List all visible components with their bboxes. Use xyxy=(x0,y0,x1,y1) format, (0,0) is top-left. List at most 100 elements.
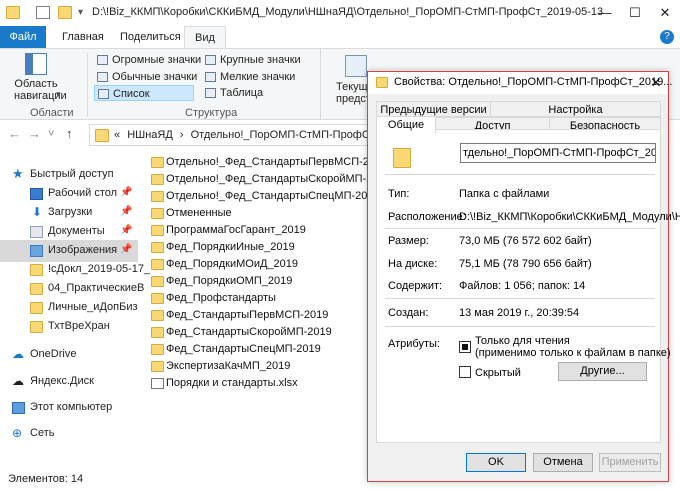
folder-icon xyxy=(30,302,43,314)
sidebar-item-network[interactable]: ⊕ Сеть xyxy=(0,423,138,445)
list-item[interactable]: ЭкспертизаКачМП_2019 xyxy=(146,358,370,375)
folder-icon xyxy=(151,276,164,287)
layout-medium-icons[interactable]: Обычные значки xyxy=(94,69,197,85)
folder-icon xyxy=(151,208,164,219)
folder-name-value: тдельно!_ПорОМП-СтМП-ПрофСт_2019-05-13 xyxy=(463,147,656,159)
file-name: Фед_ПорядкиИные_2019 xyxy=(166,241,295,253)
close-button[interactable]: ✕ xyxy=(650,0,680,26)
back-arrow-icon[interactable]: ← xyxy=(8,126,21,141)
list-item[interactable]: Фед_СтандартыПервМСП-2019 xyxy=(146,307,370,324)
layout-label: Крупные значки xyxy=(220,54,301,66)
list-item[interactable]: Отдельно!_Фед_СтандартыСкоройМП-2019 xyxy=(146,171,391,188)
sidebar-item-label: Яндекс.Диск xyxy=(30,375,94,387)
maximize-button[interactable]: ☐ xyxy=(620,0,650,26)
hidden-checkbox[interactable] xyxy=(459,366,471,378)
computer-icon xyxy=(12,402,25,414)
layout-extra-large-icons[interactable]: Огромные значки xyxy=(94,52,201,68)
sort-icon[interactable] xyxy=(345,55,367,77)
tab-view[interactable]: Вид xyxy=(184,26,226,48)
file-name: Фед_ПорядкиОМП_2019 xyxy=(166,275,293,287)
file-name: ЭкспертизаКачМП_2019 xyxy=(166,360,291,372)
details-icon xyxy=(205,88,216,98)
list-item[interactable]: Отдельно!_Фед_СтандартыПервМСП-2019 xyxy=(146,154,387,171)
separator xyxy=(385,298,655,299)
pictures-icon xyxy=(30,245,43,257)
navigation-pane-caret-icon[interactable]: ▾ xyxy=(56,89,61,100)
list-item[interactable]: Фед_Профстандарты xyxy=(146,290,370,307)
layout-label: Обычные значки xyxy=(112,71,198,83)
sidebar-item-folder[interactable]: ТхтВреХран xyxy=(0,316,138,338)
readonly-note: (применимо только к файлам в папке) xyxy=(475,347,671,359)
list-item[interactable]: Фед_ПорядкиОМП_2019 xyxy=(146,273,370,290)
folder-icon xyxy=(376,77,388,88)
layout-small-icons[interactable]: Мелкие значки xyxy=(202,69,295,85)
size-on-disk-label: На диске: xyxy=(388,258,438,270)
dialog-titlebar[interactable]: Свойства: Отдельно!_ПорОМП-СтМП-ПрофСт_2… xyxy=(368,72,672,94)
yandex-disk-icon: ☁ xyxy=(12,374,24,388)
help-icon[interactable]: ? xyxy=(660,30,674,44)
size-value: 73,0 МБ (76 572 602 байт) xyxy=(459,235,592,247)
sidebar-item-onedrive[interactable]: ☁ OneDrive xyxy=(0,344,138,366)
layout-details[interactable]: Таблица xyxy=(202,85,263,101)
list-item[interactable]: Фед_СтандартыСпецМП-2019 xyxy=(146,341,370,358)
quick-access-toolbar-dropdown-icon[interactable]: ▾ xyxy=(78,7,83,18)
sidebar-item-label: Быстрый доступ xyxy=(30,168,114,180)
list-item[interactable]: Фед_ПорядкиМОиД_2019 xyxy=(146,256,370,273)
tab-share[interactable]: Поделиться xyxy=(110,26,191,48)
file-name: Фед_СтандартыПервМСП-2019 xyxy=(166,309,329,321)
size-on-disk-value: 75,1 МБ (78 790 656 байт) xyxy=(459,258,592,270)
item-count: Элементов: 14 xyxy=(8,473,84,485)
large-icons-icon xyxy=(205,55,216,65)
tab-general[interactable]: Общие xyxy=(376,116,436,134)
tab-previous-versions[interactable]: Предыдущие версии xyxy=(376,101,491,117)
explorer-titlebar: ▾ D:\!Biz_ККМП\Коробки\СККиБМД_Модули\НШ… xyxy=(0,0,680,26)
folder-icon xyxy=(393,148,411,168)
file-name: Порядки и стандарты.xlsx xyxy=(166,377,298,389)
tab-home[interactable]: Главная xyxy=(52,26,114,48)
separator xyxy=(385,228,655,229)
ribbon-divider xyxy=(87,53,88,117)
tab-customize[interactable]: Настройка xyxy=(490,101,661,117)
navigation-pane-button[interactable]: Область навигации xyxy=(14,53,67,102)
apply-button[interactable]: Применить xyxy=(599,453,661,472)
desktop-icon xyxy=(30,188,43,200)
properties-quick-icon[interactable] xyxy=(36,6,50,19)
breadcrumb-overflow[interactable]: « xyxy=(114,129,120,141)
address-field[interactable]: « НШнаЯД › Отдельно!_ПорОМП-СтМП-ПрофСт_… xyxy=(89,124,405,146)
layout-label: Мелкие значки xyxy=(220,71,296,83)
folder-icon xyxy=(151,327,164,338)
pin-icon: 📌 xyxy=(120,206,133,217)
cancel-button[interactable]: Отмена xyxy=(533,453,593,472)
xlsx-file-icon xyxy=(151,378,164,389)
list-item[interactable]: Фед_ПорядкиИные_2019 xyxy=(146,239,370,256)
layout-large-icons[interactable]: Крупные значки xyxy=(202,52,301,68)
folder-icon xyxy=(151,259,164,270)
list-item[interactable]: Отмененные xyxy=(146,205,370,222)
tab-file[interactable]: Файл xyxy=(0,26,46,48)
minimize-button[interactable]: — xyxy=(590,0,620,26)
file-name: Отдельно!_Фед_СтандартыСкоройМП-2019 xyxy=(166,173,391,185)
dialog-close-button[interactable]: ✕ xyxy=(646,73,666,93)
advanced-attributes-button[interactable]: Другие... xyxy=(558,362,647,381)
ok-button[interactable]: OK xyxy=(466,453,526,472)
up-arrow-icon[interactable]: ↑ xyxy=(66,126,73,141)
separator xyxy=(385,174,655,175)
list-item[interactable]: Порядки и стандарты.xlsx xyxy=(146,375,370,392)
folder-icon xyxy=(95,129,109,142)
forward-arrow-icon[interactable]: → xyxy=(28,126,41,141)
layout-list[interactable]: Список xyxy=(94,85,194,101)
breadcrumb-item[interactable]: НШнаЯД xyxy=(127,129,173,141)
sidebar-item-label: !сДокл_2019-05-17_ xyxy=(48,263,151,275)
list-item[interactable]: Отдельно!_Фед_СтандартыСпецМП-2019 xyxy=(146,188,380,205)
list-item[interactable]: Фед_СтандартыСкоройМП-2019 xyxy=(146,324,370,341)
contains-label: Содержит: xyxy=(388,280,443,292)
file-name: Фед_СтандартыСпецМП-2019 xyxy=(166,343,321,355)
folder-name-field[interactable]: тдельно!_ПорОМП-СтМП-ПрофСт_2019-05-13 xyxy=(460,143,656,163)
recent-locations-dropdown-icon[interactable]: ˅ xyxy=(48,128,54,140)
sidebar-item-this-pc[interactable]: Этот компьютер xyxy=(0,397,138,419)
breadcrumb-separator-icon[interactable]: › xyxy=(180,129,184,141)
sidebar-item-yandex-disk[interactable]: ☁ Яндекс.Диск xyxy=(0,371,138,393)
new-folder-quick-icon[interactable] xyxy=(58,6,72,19)
readonly-checkbox[interactable] xyxy=(459,341,471,353)
list-item[interactable]: ПрограммаГосГарант_2019 xyxy=(146,222,370,239)
